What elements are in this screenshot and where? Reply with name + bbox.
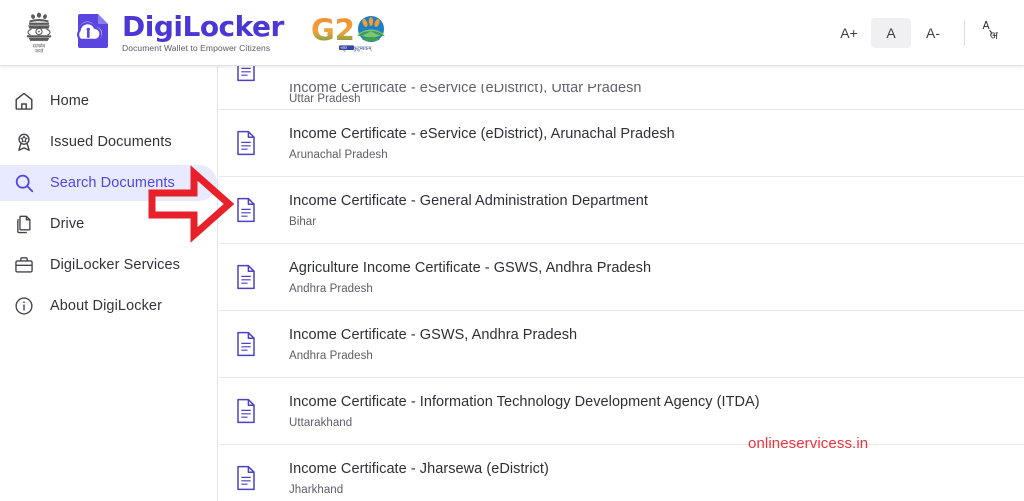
sidebar-item-about-digilocker[interactable]: About DigiLocker xyxy=(0,288,217,324)
brand-name: DigiLocker xyxy=(122,13,284,41)
document-icon xyxy=(229,66,263,82)
brand-tagline: Document Wallet to Empower Citizens xyxy=(122,43,284,53)
svg-text:भारत: भारत xyxy=(340,46,348,50)
svg-text:जयते: जयते xyxy=(35,47,44,54)
table-row[interactable]: Income Certificate - eService (eDistrict… xyxy=(219,66,1024,110)
font-increase-button[interactable]: A+ xyxy=(829,18,869,48)
app-header: सत्यमेव जयते DigiLocke xyxy=(0,0,1024,66)
document-icon xyxy=(229,465,263,491)
home-icon xyxy=(12,89,36,113)
document-title: Agriculture Income Certificate - GSWS, A… xyxy=(289,260,651,276)
document-state: Jharkhand xyxy=(289,484,549,496)
language-toggle-icon: A अ xyxy=(981,18,1005,47)
document-icon xyxy=(229,331,263,357)
sidebar-item-label: Home xyxy=(50,93,89,109)
font-normal-button[interactable]: A xyxy=(871,18,911,48)
info-circle-icon xyxy=(12,294,36,318)
header-divider xyxy=(964,20,965,46)
table-row[interactable]: Income Certificate - General Administrat… xyxy=(219,177,1024,244)
digilocker-logo[interactable]: DigiLocker Document Wallet to Empower Ci… xyxy=(65,11,284,55)
digilocker-search-documents-page: सत्यमेव जयते DigiLocke xyxy=(0,0,1024,501)
document-state: Bihar xyxy=(289,216,648,228)
sidebar-nav: Home Issued Documents Search Documents xyxy=(0,66,218,501)
document-icon xyxy=(229,264,263,290)
sidebar-item-label: Issued Documents xyxy=(50,134,172,150)
document-title: Income Certificate - Jharsewa (eDistrict… xyxy=(289,461,549,477)
sidebar-item-label: DigiLocker Services xyxy=(50,257,180,273)
document-state: Andhra Pradesh xyxy=(289,350,577,362)
document-icon xyxy=(229,398,263,424)
table-row[interactable]: Income Certificate - Information Technol… xyxy=(219,378,1024,445)
brand-area[interactable]: सत्यमेव जयते DigiLocke xyxy=(0,10,401,56)
sidebar-item-label: Drive xyxy=(50,216,84,232)
table-row[interactable]: Agriculture Income Certificate - GSWS, A… xyxy=(219,244,1024,311)
document-state: Uttarakhand xyxy=(289,417,760,429)
document-icon xyxy=(229,130,263,156)
document-state: Andhra Pradesh xyxy=(289,283,651,295)
award-icon xyxy=(12,130,36,154)
sidebar-item-home[interactable]: Home xyxy=(0,83,217,119)
site-watermark: onlineservicess.in xyxy=(748,435,868,452)
sidebar-item-label: Search Documents xyxy=(50,175,175,191)
search-icon xyxy=(12,171,36,195)
document-title: Income Certificate - eService (eDistrict… xyxy=(289,84,642,93)
briefcase-icon xyxy=(12,253,36,277)
font-decrease-button[interactable]: A- xyxy=(913,18,953,48)
document-title: Income Certificate - Information Technol… xyxy=(289,394,760,410)
table-row[interactable]: Income Certificate - GSWS, Andhra Prades… xyxy=(219,311,1024,378)
document-title: Income Certificate - GSWS, Andhra Prades… xyxy=(289,327,577,343)
document-icon xyxy=(229,197,263,223)
document-state: Uttar Pradesh xyxy=(289,93,642,105)
table-row[interactable]: Income Certificate - eService (eDistrict… xyxy=(219,110,1024,177)
header-controls: A+ A A- A अ xyxy=(829,17,1024,49)
india-state-emblem-icon: सत्यमेव जयते xyxy=(22,10,56,56)
files-icon xyxy=(12,212,36,236)
document-title: Income Certificate - eService (eDistrict… xyxy=(289,126,675,142)
sidebar-item-search-documents[interactable]: Search Documents xyxy=(0,165,217,201)
sidebar-item-digilocker-services[interactable]: DigiLocker Services xyxy=(0,247,217,283)
g20-india-logo-icon: G2 वसुधैव कुटुम्बकम् xyxy=(293,10,401,56)
digilocker-cloud-document-logo-icon xyxy=(65,11,115,55)
language-toggle-button[interactable]: A अ xyxy=(976,17,1010,49)
sidebar-item-drive[interactable]: Drive xyxy=(0,206,217,242)
document-title: Income Certificate - General Administrat… xyxy=(289,193,648,209)
sidebar-item-label: About DigiLocker xyxy=(50,298,162,314)
document-state: Arunachal Pradesh xyxy=(289,149,675,161)
svg-text:G2: G2 xyxy=(311,13,355,47)
search-results-list[interactable]: Income Certificate - eService (eDistrict… xyxy=(219,66,1024,501)
table-row[interactable]: Income Certificate - Jharsewa (eDistrict… xyxy=(219,445,1024,501)
sidebar-item-issued-documents[interactable]: Issued Documents xyxy=(0,124,217,160)
